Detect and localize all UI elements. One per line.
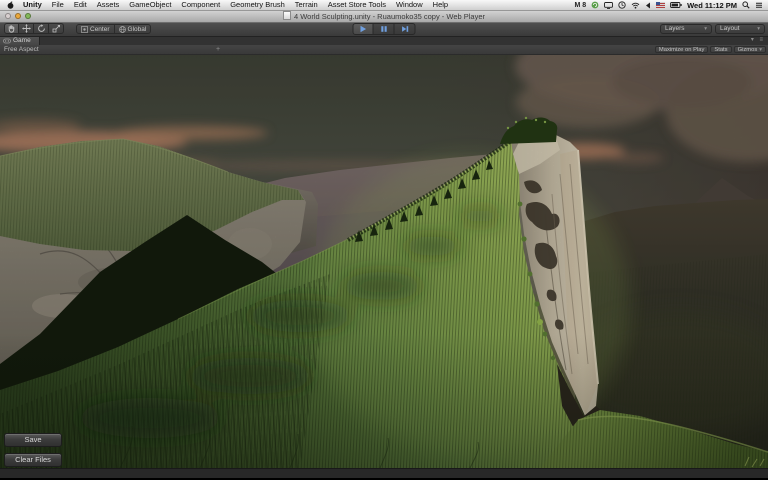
pause-button[interactable] xyxy=(373,23,395,35)
step-icon xyxy=(401,26,408,32)
menu-geometry-brush[interactable]: Geometry Brush xyxy=(225,0,290,10)
window-titlebar[interactable]: 4 World Sculpting.unity - Ruaumoko35 cop… xyxy=(0,11,768,23)
menu-component[interactable]: Component xyxy=(176,0,225,10)
menu-edit[interactable]: Edit xyxy=(69,0,92,10)
layout-dropdown[interactable]: Layout ▾ xyxy=(715,24,765,34)
stats-toggle[interactable]: Stats xyxy=(710,46,732,53)
layers-dropdown[interactable]: Layers ▾ xyxy=(660,24,712,34)
menu-help[interactable]: Help xyxy=(428,0,453,10)
chevron-down-icon: ▾ xyxy=(757,26,760,32)
rotate-icon xyxy=(37,24,45,32)
window-bottom-edge xyxy=(0,468,768,478)
play-button[interactable] xyxy=(352,23,374,35)
playback-controls xyxy=(352,23,416,35)
hand-tool-button[interactable] xyxy=(4,23,19,34)
save-button[interactable]: Save xyxy=(4,433,62,447)
display-menu-icon[interactable] xyxy=(604,1,614,9)
hand-icon xyxy=(8,25,15,33)
wifi-icon[interactable] xyxy=(631,2,640,9)
gizmos-dropdown[interactable]: Gizmos ▾ xyxy=(733,46,766,53)
menu-unity[interactable]: Unity xyxy=(18,0,47,10)
apple-icon xyxy=(7,1,14,9)
document-proxy-icon xyxy=(282,11,291,20)
pivot-space-toggles: Center Global xyxy=(76,24,152,34)
menu-asset-store-tools[interactable]: Asset Store Tools xyxy=(323,0,391,10)
input-language-flag-icon[interactable] xyxy=(656,2,666,8)
maximize-on-play-toggle[interactable]: Maximize on Play xyxy=(654,46,709,53)
aspect-dropdown[interactable]: Free Aspect xyxy=(4,45,39,54)
macos-menubar: Unity File Edit Assets GameObject Compon… xyxy=(0,0,768,11)
menu-file[interactable]: File xyxy=(47,0,69,10)
chevron-down-icon: ▾ xyxy=(759,46,762,53)
plus-icon: + xyxy=(216,46,221,53)
gamepad-icon xyxy=(3,38,11,43)
menu-window[interactable]: Window xyxy=(391,0,428,10)
menu-terrain[interactable]: Terrain xyxy=(290,0,323,10)
clear-files-button[interactable]: Clear Files xyxy=(4,453,62,467)
play-icon xyxy=(360,25,367,33)
vignette xyxy=(0,334,768,468)
battery-icon[interactable] xyxy=(670,2,682,8)
volume-icon[interactable] xyxy=(645,2,651,9)
time-machine-icon[interactable] xyxy=(618,1,626,9)
game-viewport xyxy=(0,54,768,468)
close-window-button[interactable] xyxy=(5,13,11,19)
unity-toolbar: Center Global Layers ▾ Layout ▾ xyxy=(0,22,768,37)
rotate-tool-button[interactable] xyxy=(34,23,49,34)
globe-icon xyxy=(118,25,126,33)
pivot-toggle-button[interactable]: Center xyxy=(76,24,115,34)
tab-game[interactable]: Game xyxy=(0,36,40,45)
step-button[interactable] xyxy=(394,23,416,35)
terrain-scene xyxy=(0,54,768,468)
scale-icon xyxy=(52,25,60,33)
notification-center-icon[interactable] xyxy=(755,2,763,9)
spotlight-search-icon[interactable] xyxy=(742,1,750,9)
pivot-center-icon xyxy=(81,25,88,33)
gameview-controlbar: Free Aspect + Maximize on Play Stats Giz… xyxy=(0,45,768,55)
space-toggle-button[interactable]: Global xyxy=(114,24,152,34)
chevron-down-icon: ▾ xyxy=(704,26,707,32)
pause-icon xyxy=(380,26,387,32)
apple-menu[interactable] xyxy=(3,1,18,9)
move-icon xyxy=(21,24,31,33)
panel-menu-icons[interactable]: ▾ ≡ xyxy=(751,36,765,45)
scale-tool-button[interactable] xyxy=(49,23,64,34)
minimize-window-button[interactable] xyxy=(15,13,21,19)
zoom-window-button[interactable] xyxy=(25,13,31,19)
window-title: 4 World Sculpting.unity - Ruaumoko35 cop… xyxy=(0,11,768,22)
menu-assets[interactable]: Assets xyxy=(92,0,125,10)
menu-gameobject[interactable]: GameObject xyxy=(124,0,176,10)
status-badge[interactable]: M 8 xyxy=(574,2,586,9)
menubar-clock[interactable]: Wed 11:12 PM xyxy=(687,1,737,10)
transform-tools xyxy=(4,23,64,34)
sync-status-icon[interactable] xyxy=(591,1,599,9)
move-tool-button[interactable] xyxy=(19,23,34,34)
